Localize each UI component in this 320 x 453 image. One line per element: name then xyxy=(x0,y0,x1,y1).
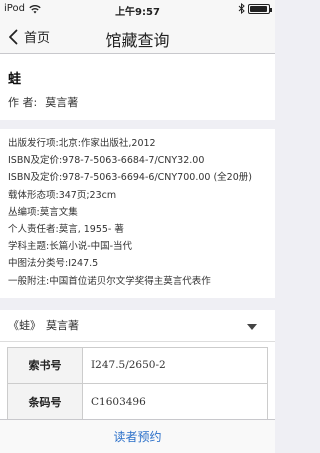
author-value: 莫言著 xyxy=(45,96,79,109)
barcode-value: C1603496 xyxy=(91,395,146,408)
detail-series: 丛编项:莫言文集 xyxy=(8,206,78,218)
status-time: 上午9:57 xyxy=(115,7,160,18)
barcode-label: 条码号 xyxy=(8,383,83,419)
detail-note: 一般附注:中国首位诺贝尔文学奖得主莫言代表作 xyxy=(8,275,211,287)
detail-isbn-1: ISBN及定价:978-7-5063-6684-7/CNY32.00 xyxy=(8,155,205,167)
author-label: 作 者: xyxy=(8,96,38,109)
detail-subject: 学科主题:长篇小说-中国-当代 xyxy=(8,241,133,253)
book-details: 出版发行项:北京:作家出版社,2012 ISBN及定价:978-7-5063-6… xyxy=(0,129,275,298)
holding-section: 《蛙》 莫言著 索书号 I247.5/2650-2 条码号 C1603496 xyxy=(0,309,275,419)
detail-physical: 载体形态项:347页;23cm xyxy=(8,189,117,201)
table-row: 索书号 I247.5/2650-2 xyxy=(8,347,267,384)
status-right xyxy=(238,3,272,14)
holding-dropdown[interactable]: 《蛙》 莫言著 xyxy=(0,310,275,342)
holding-author: 莫言著 xyxy=(46,318,79,332)
chevron-left-icon xyxy=(9,29,18,44)
battery-fill xyxy=(250,5,268,12)
book-header: 蛙 作 者: 莫言著 xyxy=(0,54,275,120)
holding-title: 《蛙》 xyxy=(8,318,41,332)
call-number-value: I247.5/2650-2 xyxy=(91,359,166,372)
book-author: 作 者: 莫言著 xyxy=(8,94,267,110)
holding-table: 索书号 I247.5/2650-2 条码号 C1603496 xyxy=(7,346,268,419)
table-row: 条码号 C1603496 xyxy=(8,383,267,419)
bottom-bar: 读者预约 xyxy=(0,419,275,453)
bluetooth-icon xyxy=(238,3,245,14)
detail-publisher: 出版发行项:北京:作家出版社,2012 xyxy=(8,138,156,149)
caret-down-icon xyxy=(247,323,257,330)
content-area[interactable]: 蛙 作 者: 莫言著 出版发行项:北京:作家出版社,2012 ISBN及定价:97… xyxy=(0,54,275,419)
back-button[interactable]: 首页 xyxy=(8,27,50,46)
detail-classification: 中图法分类号:I247.5 xyxy=(8,258,99,270)
detail-isbn-2: ISBN及定价:978-7-5063-6694-6/CNY700.00 (全20… xyxy=(8,172,252,184)
reserve-button[interactable]: 读者预约 xyxy=(113,428,161,445)
book-title: 蛙 xyxy=(8,72,22,87)
call-number-label: 索书号 xyxy=(8,347,83,383)
nav-bar: 首页 馆藏查询 xyxy=(0,20,275,54)
status-bar: iPod 上午9:57 xyxy=(0,0,275,20)
back-label: 首页 xyxy=(24,31,51,46)
detail-responsibility: 个人责任者:莫言, 1955- 著 xyxy=(8,224,124,236)
battery-icon xyxy=(248,3,272,14)
